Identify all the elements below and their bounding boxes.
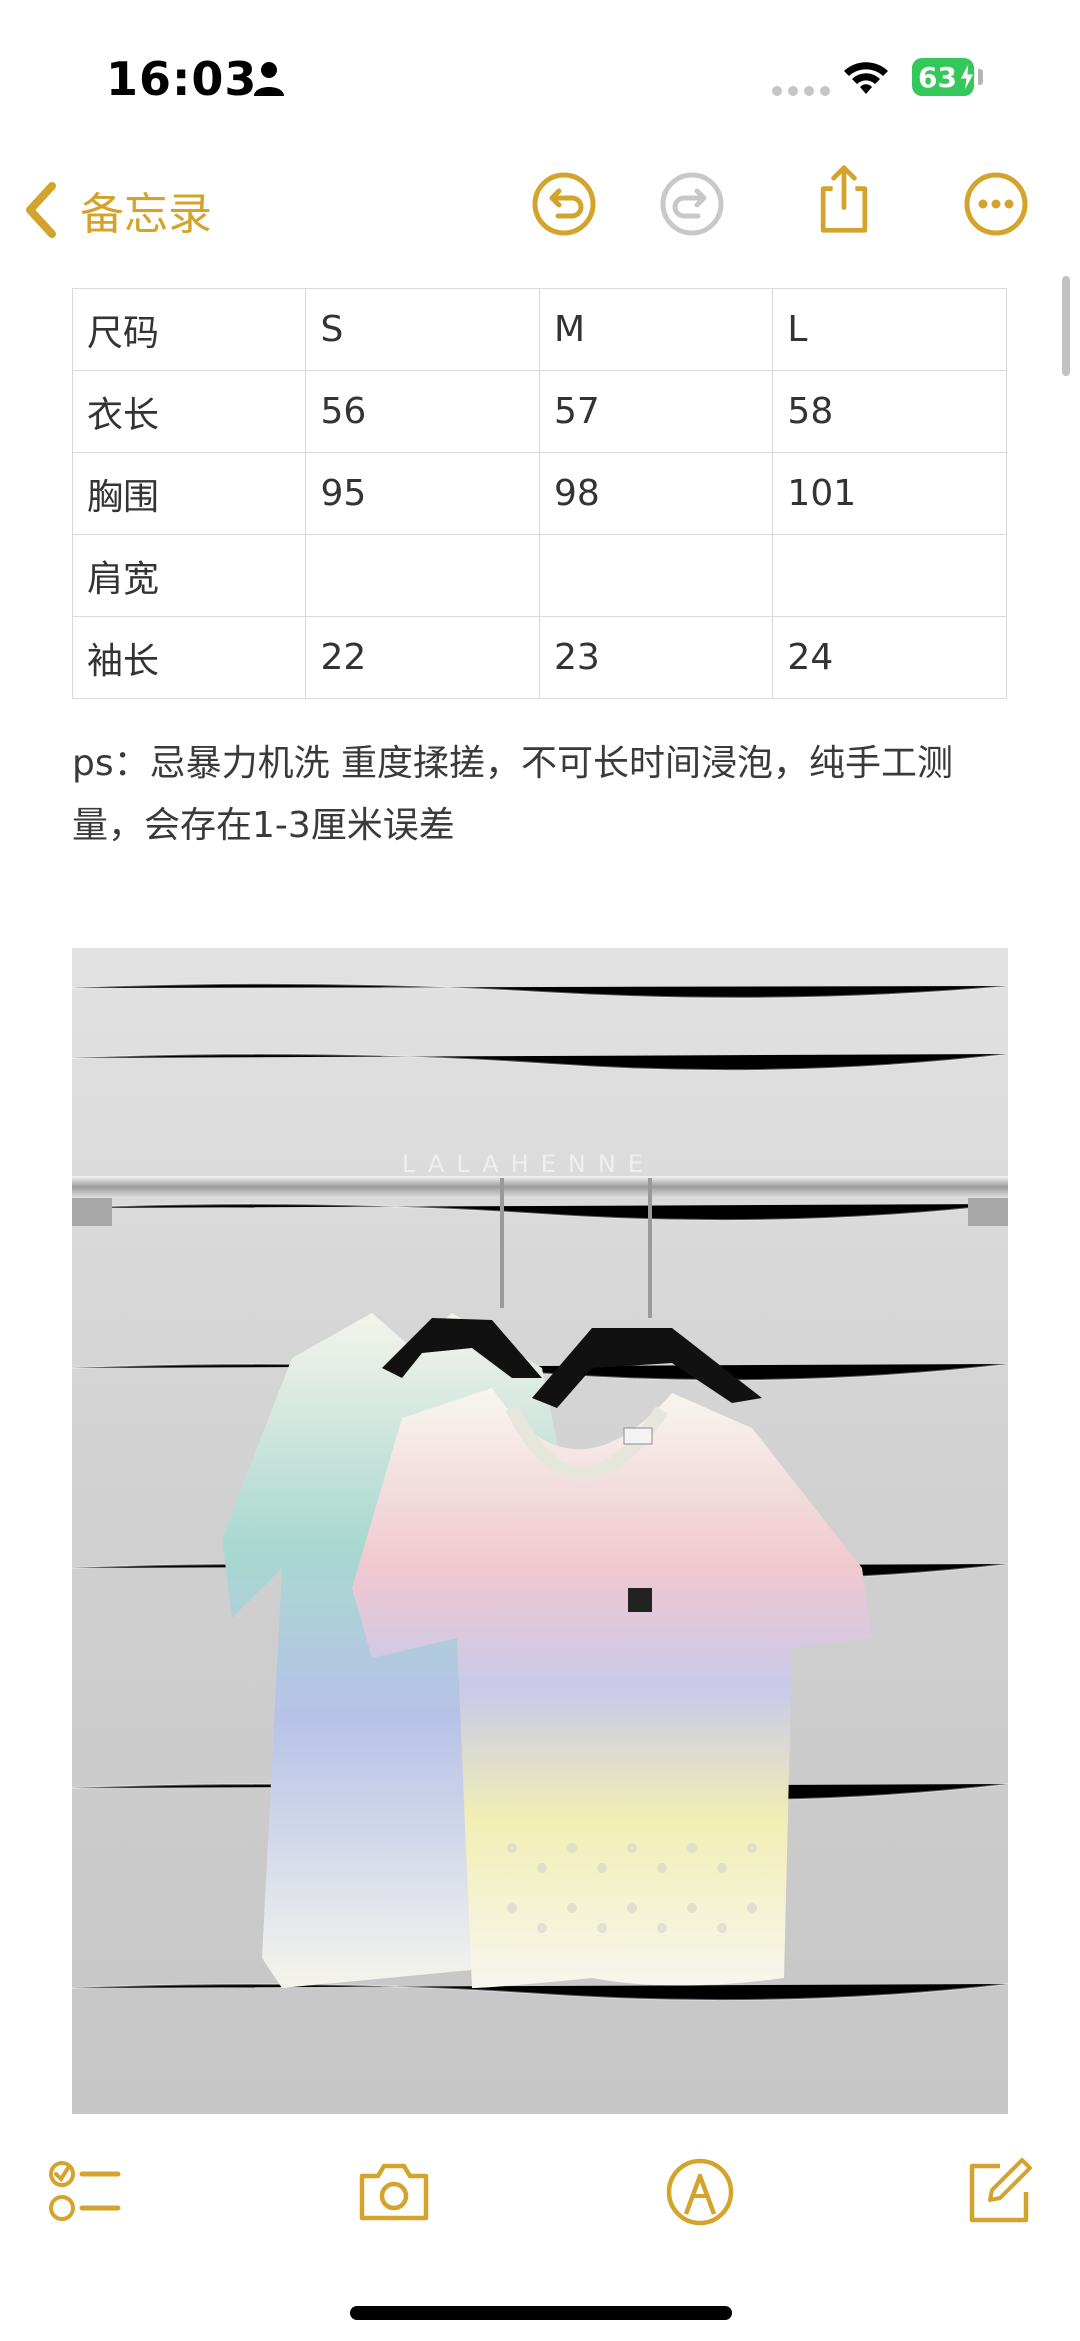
table-cell: M — [538, 288, 774, 371]
watermark: LALAHENNE — [402, 1150, 655, 1178]
charging-bolt-icon — [959, 62, 975, 92]
table-cell: 尺码 — [71, 288, 307, 371]
more-icon[interactable] — [960, 168, 1032, 240]
table-cell: 95 — [305, 452, 540, 535]
table-row: 肩宽 — [71, 534, 1007, 617]
status-time: 16:03 — [106, 52, 258, 106]
scrollbar[interactable] — [1062, 276, 1070, 376]
bottom-toolbar — [0, 2130, 1080, 2260]
nav-bar: 备忘录 — [0, 150, 1080, 270]
table-cell: 胸围 — [71, 452, 307, 535]
markup-pen-icon[interactable] — [662, 2154, 738, 2230]
table-cell: 56 — [305, 370, 540, 453]
table-cell — [538, 534, 774, 617]
table-cell: 58 — [772, 370, 1007, 453]
note-text: ps：忌暴力机洗 重度揉搓，不可长时间浸泡，纯手工测量，会存在1-3厘米误差 — [72, 743, 954, 846]
table-cell: S — [305, 288, 540, 371]
home-indicator[interactable] — [350, 2306, 732, 2320]
back-label: 备忘录 — [80, 189, 212, 240]
camera-icon[interactable] — [356, 2154, 432, 2230]
back-button[interactable]: 备忘录 — [22, 178, 212, 242]
table-cell: 101 — [772, 452, 1007, 535]
share-icon[interactable] — [808, 164, 880, 236]
table-cell: 57 — [538, 370, 774, 453]
table-cell: L — [772, 288, 1007, 371]
size-table: 尺码 S M L 衣长 56 57 58 胸围 95 98 101 肩宽 袖长 … — [71, 288, 1007, 699]
checklist-icon[interactable] — [46, 2154, 122, 2230]
product-photo[interactable]: LALAHENNE — [72, 948, 1008, 2114]
status-bar: 16:03 63 — [0, 0, 1080, 150]
table-cell — [305, 534, 540, 617]
undo-icon[interactable] — [528, 168, 600, 240]
table-cell: 肩宽 — [71, 534, 307, 617]
table-cell: 23 — [538, 616, 774, 699]
person-icon — [254, 62, 284, 96]
wifi-icon — [844, 62, 888, 94]
table-cell — [772, 534, 1007, 617]
photo-illustration — [72, 948, 1008, 2114]
table-row: 袖长 22 23 24 — [71, 616, 1007, 699]
chevron-left-icon — [26, 182, 56, 238]
signal-icon — [772, 86, 830, 96]
table-header-row: 尺码 S M L — [71, 288, 1007, 371]
table-row: 胸围 95 98 101 — [71, 452, 1007, 535]
table-cell: 袖长 — [71, 616, 307, 699]
table-cell: 22 — [305, 616, 540, 699]
compose-icon[interactable] — [960, 2154, 1036, 2230]
table-row: 衣长 56 57 58 — [71, 370, 1007, 453]
table-cell: 24 — [772, 616, 1007, 699]
table-cell: 98 — [538, 452, 774, 535]
note-content[interactable]: 尺码 S M L 衣长 56 57 58 胸围 95 98 101 肩宽 袖长 … — [71, 288, 1008, 857]
redo-icon[interactable] — [656, 168, 728, 240]
battery-level: 63 — [918, 60, 957, 94]
table-cell: 衣长 — [71, 370, 307, 453]
